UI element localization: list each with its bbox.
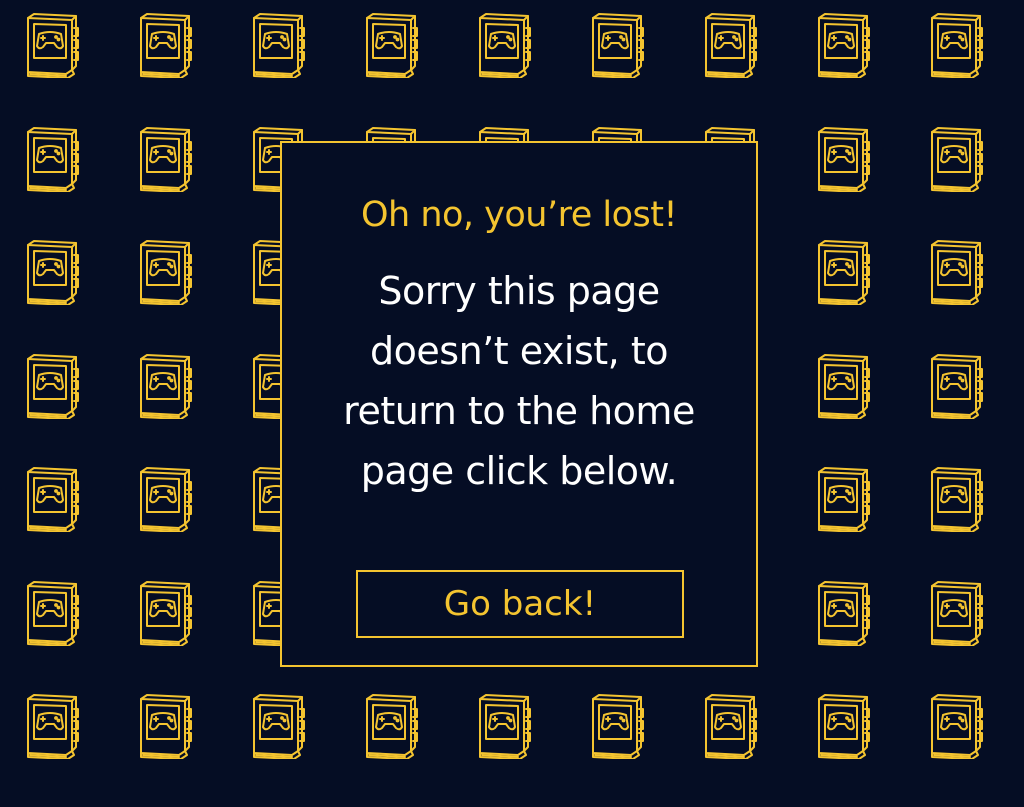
game-book-icon bbox=[912, 239, 1024, 353]
game-book-icon bbox=[460, 693, 573, 807]
game-book-icon bbox=[912, 126, 1024, 240]
game-book-icon bbox=[121, 693, 234, 807]
game-book-icon bbox=[573, 693, 686, 807]
error-card: Oh no, you’re lost! Sorry this page does… bbox=[280, 141, 758, 667]
error-headline: Oh no, you’re lost! bbox=[360, 195, 678, 235]
game-book-icon bbox=[799, 580, 912, 694]
game-book-icon bbox=[121, 12, 234, 126]
game-book-icon bbox=[8, 239, 121, 353]
game-book-icon bbox=[347, 693, 460, 807]
game-book-icon bbox=[121, 466, 234, 580]
game-book-icon bbox=[8, 353, 121, 467]
go-back-button[interactable]: Go back! bbox=[356, 570, 684, 638]
game-book-icon bbox=[573, 12, 686, 126]
game-book-icon bbox=[234, 693, 347, 807]
game-book-icon bbox=[912, 12, 1024, 126]
game-book-icon bbox=[912, 466, 1024, 580]
game-book-icon bbox=[347, 12, 460, 126]
game-book-icon bbox=[234, 12, 347, 126]
game-book-icon bbox=[121, 239, 234, 353]
game-book-icon bbox=[121, 353, 234, 467]
game-book-icon bbox=[799, 12, 912, 126]
game-book-icon bbox=[8, 693, 121, 807]
game-book-icon bbox=[8, 580, 121, 694]
error-message: Sorry this page doesn’t exist, to return… bbox=[343, 269, 695, 493]
game-book-icon bbox=[799, 693, 912, 807]
game-book-icon bbox=[912, 353, 1024, 467]
game-book-icon bbox=[799, 126, 912, 240]
game-book-icon bbox=[799, 466, 912, 580]
game-book-icon bbox=[121, 126, 234, 240]
game-book-icon bbox=[799, 353, 912, 467]
game-book-icon bbox=[686, 693, 799, 807]
game-book-icon bbox=[460, 12, 573, 126]
game-book-icon bbox=[912, 693, 1024, 807]
game-book-icon bbox=[121, 580, 234, 694]
game-book-icon bbox=[799, 239, 912, 353]
game-book-icon bbox=[912, 580, 1024, 694]
game-book-icon bbox=[8, 126, 121, 240]
game-book-icon bbox=[686, 12, 799, 126]
game-book-icon bbox=[8, 466, 121, 580]
game-book-icon bbox=[8, 12, 121, 126]
